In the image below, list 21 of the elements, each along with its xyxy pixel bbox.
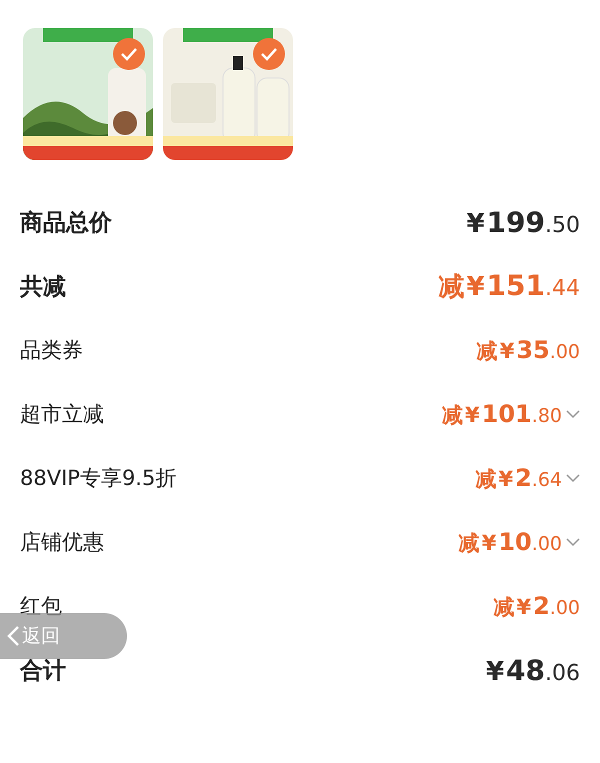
chevron-left-icon [6,625,20,647]
chevron-down-icon[interactable] [566,538,580,546]
row-label: 共减 [20,272,66,302]
discount-amount: 减¥10.00 [458,528,562,556]
check-icon [260,47,278,61]
row-label: 88VIP专享9.5折 [20,465,176,492]
row-label: 店铺优惠 [20,529,104,556]
discount-amount: 减¥2.00 [493,592,580,620]
row-label: 商品总价 [20,208,112,238]
discount-amount: 减¥101.80 [442,400,562,428]
discount-amount: 减¥35.00 [476,336,580,364]
row-label: 超市立减 [20,401,104,428]
discount-amount: 减¥2.64 [475,464,562,492]
chevron-down-icon[interactable] [566,474,580,482]
check-icon [120,47,138,61]
discount-amount: 减¥151.44 [438,268,580,304]
chevron-down-icon[interactable] [566,410,580,418]
price-amount: ¥48.06 [486,654,580,686]
row-label: 品类券 [20,337,83,364]
price-amount: ¥199.50 [466,206,580,238]
row-label: 合计 [20,656,66,686]
